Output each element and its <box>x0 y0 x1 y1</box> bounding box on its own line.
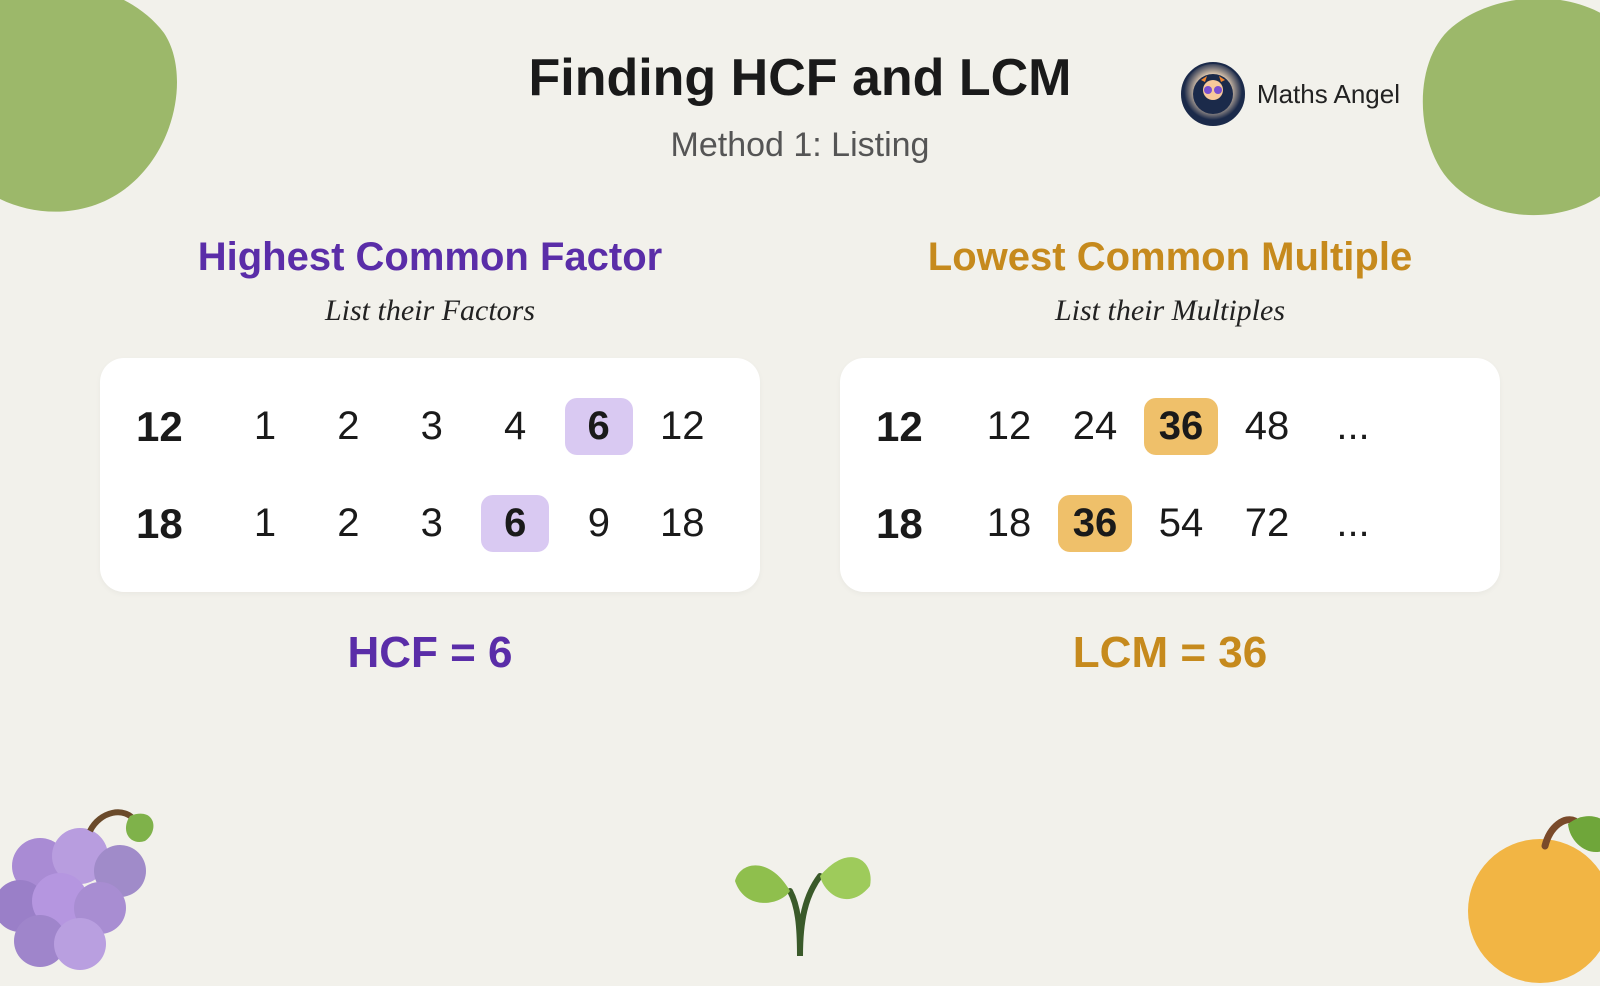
hcf-subheading: List their Factors <box>100 294 760 328</box>
factor-cell: 1 <box>223 404 306 449</box>
factor-cell-highlight: 6 <box>481 495 549 552</box>
multiple-cell: ... <box>1310 501 1396 546</box>
factor-cell-highlight: 6 <box>565 398 633 455</box>
multiple-cell: 12 <box>966 404 1052 449</box>
lcm-card: 12 12 24 36 48 ... 18 18 36 54 72 ... <box>840 358 1500 592</box>
factor-cell: 1 <box>223 501 306 546</box>
multiple-cell: 48 <box>1224 404 1310 449</box>
lcm-row-12: 12 12 24 36 48 ... <box>876 386 1464 467</box>
factor-cell: 18 <box>641 501 724 546</box>
brand-name: Maths Angel <box>1257 79 1400 110</box>
hcf-row-lead: 18 <box>136 500 223 548</box>
lcm-row-lead: 12 <box>876 403 966 451</box>
factor-cell: 2 <box>307 501 390 546</box>
factor-cell: 12 <box>641 404 724 449</box>
decor-blob-top-left <box>0 0 200 228</box>
hcf-row-12: 12 1 2 3 4 6 12 <box>136 386 724 467</box>
lcm-result: LCM = 36 <box>840 628 1500 678</box>
lcm-row-lead: 18 <box>876 500 966 548</box>
factor-cell: 4 <box>473 404 556 449</box>
orange-icon <box>1450 806 1600 986</box>
factor-cell: 2 <box>307 404 390 449</box>
multiple-cell: 54 <box>1138 501 1224 546</box>
lcm-row-18: 18 18 36 54 72 ... <box>876 483 1464 564</box>
factor-cell: 9 <box>557 501 640 546</box>
hcf-column: Highest Common Factor List their Factors… <box>100 235 760 678</box>
multiple-cell: 72 <box>1224 501 1310 546</box>
multiple-cell: ... <box>1310 404 1396 449</box>
hcf-card: 12 1 2 3 4 6 12 18 1 2 3 6 9 18 <box>100 358 760 592</box>
page-subtitle: Method 1: Listing <box>0 126 1600 165</box>
factor-cell: 3 <box>390 404 473 449</box>
hcf-result: HCF = 6 <box>100 628 760 678</box>
multiple-cell: 24 <box>1052 404 1138 449</box>
hcf-heading: Highest Common Factor <box>100 235 760 280</box>
multiple-cell-highlight: 36 <box>1144 398 1218 455</box>
logo-icon <box>1181 62 1245 126</box>
lcm-heading: Lowest Common Multiple <box>840 235 1500 280</box>
hcf-row-lead: 12 <box>136 403 223 451</box>
multiple-cell-highlight: 36 <box>1058 495 1132 552</box>
hcf-row-18: 18 1 2 3 6 9 18 <box>136 483 724 564</box>
brand-logo: Maths Angel <box>1181 62 1400 126</box>
multiple-cell: 18 <box>966 501 1052 546</box>
lcm-column: Lowest Common Multiple List their Multip… <box>840 235 1500 678</box>
factor-cell: 3 <box>390 501 473 546</box>
grapes-icon <box>0 796 180 976</box>
sprout-icon <box>720 836 880 956</box>
lcm-subheading: List their Multiples <box>840 294 1500 328</box>
decor-blob-top-right <box>1400 0 1600 228</box>
